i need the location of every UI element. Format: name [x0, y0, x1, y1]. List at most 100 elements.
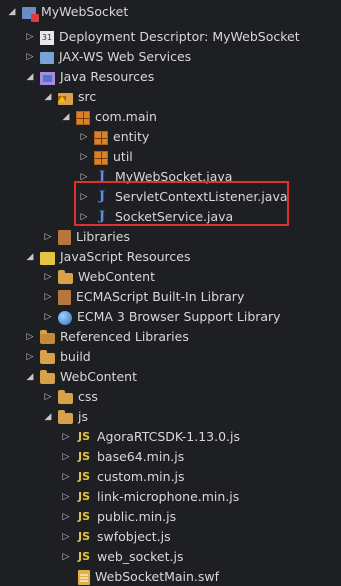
tree-item[interactable]: ◢ js [0, 407, 341, 427]
globe-icon [58, 310, 72, 325]
collapsed-arrow-icon[interactable]: ▷ [60, 511, 72, 523]
tree-item[interactable]: ▷ JS link-microphone.min.js [0, 487, 341, 507]
js-file-icon: JS [77, 490, 90, 503]
tree-item[interactable]: ▷ entity [0, 127, 341, 147]
package-icon [94, 130, 108, 145]
tree-item[interactable]: ▷ Libraries [0, 227, 341, 247]
tree-item-label: swfobject.js [97, 529, 171, 544]
tree-item[interactable]: ▷ JAX-WS Web Services [0, 47, 341, 67]
collapsed-arrow-icon[interactable]: ▷ [78, 191, 90, 203]
expanded-arrow-icon[interactable]: ◢ [24, 371, 36, 383]
swf-file-icon [78, 569, 90, 585]
js-file-icon: JS [77, 450, 90, 463]
expanded-arrow-icon[interactable]: ◢ [42, 411, 54, 423]
library-icon [58, 290, 71, 305]
collapsed-arrow-icon[interactable]: ▷ [24, 331, 36, 343]
tree-item-label: com.main [95, 109, 157, 124]
tree-item[interactable]: WebSocketMain.swf [0, 567, 341, 586]
tree-item[interactable]: ▷ ECMA 3 Browser Support Library [0, 307, 341, 327]
tree-item-label: link-microphone.min.js [97, 489, 240, 504]
collapsed-arrow-icon[interactable]: ▷ [78, 151, 90, 163]
js-file-icon: JS [77, 470, 90, 483]
tree-item[interactable]: ▷ JS custom.min.js [0, 467, 341, 487]
tree-item[interactable]: ◢ WebContent [0, 367, 341, 387]
tree-item[interactable]: ▷ JS base64.min.js [0, 447, 341, 467]
tree-item[interactable]: ▷ JS public.min.js [0, 507, 341, 527]
tree-item-label: ServletContextListener.java [115, 189, 288, 204]
tree-item[interactable]: ◢ MyWebSocket [0, 2, 341, 22]
tree-item-label: Libraries [76, 229, 130, 244]
tree-item-label: WebSocketMain.swf [95, 569, 220, 584]
folder-icon [40, 370, 55, 384]
collapsed-arrow-icon[interactable]: ▷ [42, 311, 54, 323]
tree-item[interactable]: ▷ J ServletContextListener.java [0, 187, 341, 207]
tree-item-label: MyWebSocket.java [115, 169, 233, 184]
tree-item[interactable]: ▷ JS swfobject.js [0, 527, 341, 547]
tree-item[interactable]: ▷ JS AgoraRTCSDK-1.13.0.js [0, 427, 341, 447]
tree-item[interactable]: ◢ com.main [0, 107, 341, 127]
collapsed-arrow-icon[interactable]: ▷ [60, 471, 72, 483]
collapsed-arrow-icon[interactable]: ▷ [60, 551, 72, 563]
tree-item-label: AgoraRTCSDK-1.13.0.js [97, 429, 241, 444]
js-file-icon: JS [77, 510, 90, 523]
folder-icon [40, 350, 55, 364]
tree-item-label: ECMAScript Built-In Library [76, 289, 245, 304]
tree-item-label: WebContent [60, 369, 137, 384]
collapsed-arrow-icon[interactable]: ▷ [24, 351, 36, 363]
tree-item-label: css [78, 389, 98, 404]
tree-item[interactable]: ▷ util [0, 147, 341, 167]
tree-item[interactable]: ▷ J MyWebSocket.java [0, 167, 341, 187]
collapsed-arrow-icon[interactable]: ▷ [78, 171, 90, 183]
expanded-arrow-icon[interactable]: ◢ [6, 6, 18, 18]
tree-item[interactable]: ▷ WebContent [0, 267, 341, 287]
tree-item[interactable]: ◢ Java Resources [0, 67, 341, 87]
collapsed-arrow-icon[interactable]: ▷ [24, 51, 36, 63]
tree-item-label: JAX-WS Web Services [59, 49, 192, 64]
expanded-arrow-icon[interactable]: ◢ [42, 91, 54, 103]
expanded-arrow-icon[interactable]: ◢ [60, 111, 72, 123]
tree-item[interactable]: ▷ JS web_socket.js [0, 547, 341, 567]
tree-item-label: public.min.js [97, 509, 177, 524]
collapsed-arrow-icon[interactable]: ▷ [42, 391, 54, 403]
tree-item-label: SocketService.java [115, 209, 234, 224]
collapsed-arrow-icon[interactable]: ▷ [42, 231, 54, 243]
library-folder-icon [40, 330, 55, 344]
tree-item-label: WebContent [78, 269, 155, 284]
tree-item-label: build [60, 349, 91, 364]
tree-item[interactable]: ◢ src [0, 87, 341, 107]
tree-item-label: ECMA 3 Browser Support Library [77, 309, 281, 324]
package-icon [76, 110, 90, 125]
tree-item[interactable]: ◢ JavaScript Resources [0, 247, 341, 267]
tree-item-label: JavaScript Resources [60, 249, 191, 264]
collapsed-arrow-icon[interactable]: ▷ [60, 451, 72, 463]
js-file-icon: JS [77, 550, 90, 563]
tree-item-label: Referenced Libraries [60, 329, 189, 344]
tree-item[interactable]: ▷ J SocketService.java [0, 207, 341, 227]
js-file-icon: JS [77, 430, 90, 443]
java-file-icon: J [98, 209, 106, 224]
tree-item[interactable]: ▷ Referenced Libraries [0, 327, 341, 347]
tree-item[interactable]: ▷ build [0, 347, 341, 367]
tree-item[interactable]: ▷ css [0, 387, 341, 407]
project-icon [22, 7, 39, 22]
folder-icon [58, 390, 73, 404]
js-file-icon: JS [77, 530, 90, 543]
tree-item-label: web_socket.js [97, 549, 184, 564]
package-icon [94, 150, 108, 165]
collapsed-arrow-icon[interactable]: ▷ [60, 531, 72, 543]
tree-item[interactable]: ▷ ECMAScript Built-In Library [0, 287, 341, 307]
expanded-arrow-icon[interactable]: ◢ [24, 251, 36, 263]
webservices-icon [40, 52, 54, 64]
collapsed-arrow-icon[interactable]: ▷ [60, 491, 72, 503]
tree-item[interactable]: ▷ 31 Deployment Descriptor: MyWebSocket [0, 27, 341, 47]
java-file-icon: J [98, 189, 106, 204]
collapsed-arrow-icon[interactable]: ▷ [42, 291, 54, 303]
collapsed-arrow-icon[interactable]: ▷ [78, 131, 90, 143]
expanded-arrow-icon[interactable]: ◢ [24, 71, 36, 83]
no-arrow-spacer [60, 571, 72, 583]
library-icon [58, 230, 71, 245]
collapsed-arrow-icon[interactable]: ▷ [78, 211, 90, 223]
collapsed-arrow-icon[interactable]: ▷ [24, 31, 36, 43]
collapsed-arrow-icon[interactable]: ▷ [60, 431, 72, 443]
collapsed-arrow-icon[interactable]: ▷ [42, 271, 54, 283]
